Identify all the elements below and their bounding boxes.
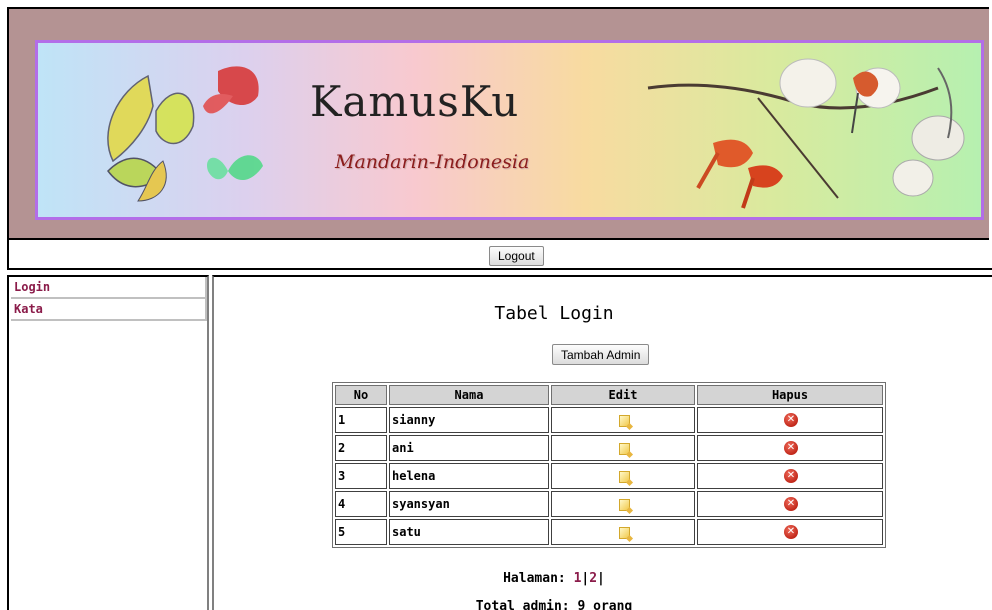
page-title: Tabel Login <box>494 303 614 324</box>
row-nama: helena <box>389 463 549 489</box>
birds-flowers-art <box>647 58 965 209</box>
header-frame: KamusKu Mandarin-Indonesia <box>7 7 989 240</box>
table-row: 2 ani ✕ <box>335 435 883 461</box>
table-row: 5 satu ✕ <box>335 519 883 545</box>
column-header-edit: Edit <box>551 385 695 405</box>
banner: KamusKu Mandarin-Indonesia <box>35 40 984 220</box>
delete-icon[interactable]: ✕ <box>784 469 798 484</box>
row-nama: satu <box>389 519 549 545</box>
page-separator: | <box>597 571 605 586</box>
sidebar-item-login[interactable]: Login <box>11 277 207 299</box>
butterfly-art <box>107 66 263 202</box>
row-no: 5 <box>335 519 387 545</box>
edit-cell <box>551 519 695 545</box>
table-row: 1 sianny ✕ <box>335 407 883 433</box>
edit-cell <box>551 407 695 433</box>
page-link-2[interactable]: 2 <box>589 571 597 586</box>
site-title: KamusKu <box>310 77 520 126</box>
delete-cell: ✕ <box>697 519 883 545</box>
table-header-row: No Nama Edit Hapus <box>335 385 883 405</box>
row-nama: syansyan <box>389 491 549 517</box>
site-subtitle: Mandarin-Indonesia <box>335 151 530 173</box>
edit-cell <box>551 491 695 517</box>
edit-icon[interactable] <box>618 498 630 511</box>
delete-cell: ✕ <box>697 463 883 489</box>
row-no: 4 <box>335 491 387 517</box>
sidebar-item-kata[interactable]: Kata <box>11 299 207 321</box>
edit-icon[interactable] <box>618 442 630 455</box>
pagination: Halaman: 1|2| <box>214 571 894 586</box>
delete-icon[interactable]: ✕ <box>784 525 798 540</box>
pagination-label: Halaman: <box>503 571 566 586</box>
logout-button[interactable]: Logout <box>489 246 544 266</box>
column-header-nama: Nama <box>389 385 549 405</box>
edit-cell <box>551 463 695 489</box>
delete-cell: ✕ <box>697 491 883 517</box>
column-header-no: No <box>335 385 387 405</box>
edit-icon[interactable] <box>618 526 630 539</box>
edit-icon[interactable] <box>618 470 630 483</box>
row-nama: ani <box>389 435 549 461</box>
row-no: 3 <box>335 463 387 489</box>
delete-icon[interactable]: ✕ <box>784 413 798 428</box>
edit-icon[interactable] <box>618 414 630 427</box>
column-header-hapus: Hapus <box>697 385 883 405</box>
row-nama: sianny <box>389 407 549 433</box>
delete-icon[interactable]: ✕ <box>784 441 798 456</box>
add-admin-button[interactable]: Tambah Admin <box>552 344 650 365</box>
delete-icon[interactable]: ✕ <box>784 497 798 512</box>
row-no: 2 <box>335 435 387 461</box>
delete-cell: ✕ <box>697 435 883 461</box>
table-row: 3 helena ✕ <box>335 463 883 489</box>
edit-cell <box>551 435 695 461</box>
delete-cell: ✕ <box>697 407 883 433</box>
total-admin-text: Total admin: 9 orang <box>475 599 633 610</box>
logout-bar: Logout <box>7 240 992 270</box>
login-table: No Nama Edit Hapus 1 sianny ✕ 2 ani ✕ 3 … <box>332 382 886 548</box>
main-content: Tabel Login Tambah Admin No Nama Edit Ha… <box>212 275 992 610</box>
table-row: 4 syansyan ✕ <box>335 491 883 517</box>
sidebar: Login Kata <box>7 275 209 610</box>
row-no: 1 <box>335 407 387 433</box>
